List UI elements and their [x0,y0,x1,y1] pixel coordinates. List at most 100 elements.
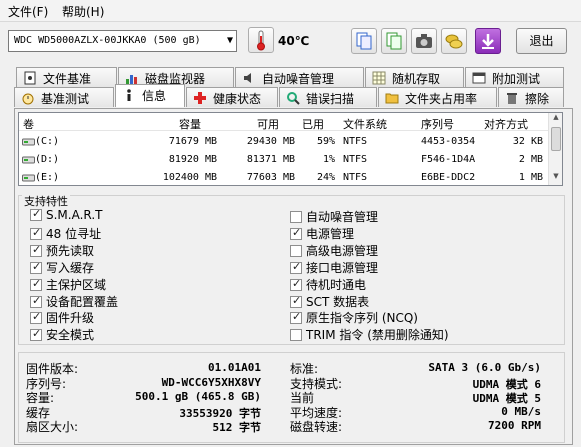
drive-icon [22,153,35,168]
feature-checkbox[interactable]: 48 位寻址 [30,225,101,242]
partition-cell: 1% [322,154,335,165]
coins-button[interactable] [441,28,467,54]
copy-button[interactable] [351,28,377,54]
feature-checkbox[interactable]: 主保护区域 [30,276,106,293]
checkbox-checked-icon[interactable] [290,260,302,274]
col-filesystem[interactable]: 文件系统 [343,116,387,132]
partition-cell: (C:) [35,136,60,147]
tab-erase[interactable]: 擦除 [498,87,564,107]
checkbox-unchecked-icon[interactable] [290,329,302,342]
partition-cell: 71679 MB [168,136,217,147]
info-value: SATA 3 (6.0 Gb/s) [428,361,541,374]
checkbox-checked-icon[interactable] [30,310,42,325]
checkbox-unchecked-icon[interactable] [290,211,302,223]
feature-checkbox[interactable]: S.M.A.R.T [30,207,103,222]
checkbox-checked-icon[interactable] [30,226,42,240]
scrollbar[interactable]: ▲ ▼ [548,113,562,185]
tab-label: 自动噪音管理 [262,72,335,86]
feature-checkbox[interactable]: 固件升级 [30,309,94,326]
feature-checkbox[interactable]: 自动噪音管理 [290,208,378,225]
feature-label: S.M.A.R.T [46,208,103,222]
info-value: 512 字节 [212,421,262,435]
info-label: 扇区大小: [26,420,79,435]
grid-icon [372,71,388,85]
tab-file-benchmark[interactable]: 文件基准 [16,67,117,87]
col-volume[interactable]: 卷 [23,116,34,132]
tab-label: 文件夹占用率 [405,92,478,106]
tab-random-access[interactable]: 随机存取 [365,67,464,87]
partition-row[interactable]: (E:) 102400 MB 77603 MB 24% NTFS E6BE-DDC2 1 M… [19,168,549,186]
scroll-down-icon[interactable]: ▼ [549,172,563,185]
info-value: UDMA 模式 6 [472,377,541,391]
partition-cell: (D:) [35,154,60,165]
health-cross-icon [193,91,209,105]
col-free[interactable]: 可用 [257,116,279,132]
tab-label: 信息 [142,89,167,103]
feature-checkbox[interactable]: 高级电源管理 [290,242,378,259]
tab-noise-management[interactable]: 自动噪音管理 [235,67,364,87]
copy-alt-button[interactable] [381,28,407,54]
checkbox-checked-icon[interactable] [290,294,302,308]
col-alignment[interactable]: 对齐方式 [484,116,528,132]
checkbox-checked-icon[interactable] [290,310,302,325]
speaker-icon [242,71,258,85]
feature-label: 预先读取 [46,243,95,258]
menu-help[interactable]: 帮助(H) [62,3,104,20]
tab-extra-tests[interactable]: 附加测试 [465,67,564,87]
partition-cell: 59% [316,136,335,147]
exit-button[interactable]: 退出 [516,28,567,54]
tab-label: 随机存取 [392,72,441,86]
partition-list[interactable]: 卷 容量 可用 已用 文件系统 序列号 对齐方式 (C:) 71679 MB 294… [18,112,563,186]
checkbox-checked-icon[interactable] [290,277,302,291]
feature-checkbox[interactable]: 写入缓存 [30,259,94,276]
feature-label: 原生指令序列 (NCQ) [306,311,418,326]
feature-checkbox[interactable]: 安全模式 [30,326,94,343]
download-button[interactable] [475,28,501,54]
tab-error-scan[interactable]: 错误扫描 [279,87,377,107]
checkbox-checked-icon[interactable] [30,327,42,342]
feature-checkbox[interactable]: 预先读取 [30,242,94,259]
tab-label: 错误扫描 [306,92,355,106]
tab-folder-usage[interactable]: 文件夹占用率 [378,87,497,107]
partition-cell: 1 MB [518,172,543,183]
feature-checkbox[interactable]: 设备配置覆盖 [30,293,118,310]
col-capacity[interactable]: 容量 [179,116,201,132]
file-icon [23,71,39,85]
feature-checkbox[interactable]: 接口电源管理 [290,259,378,276]
checkbox-checked-icon[interactable] [30,207,42,221]
checkbox-checked-icon[interactable] [30,294,42,308]
col-used[interactable]: 已用 [302,116,324,132]
feature-checkbox[interactable]: 原生指令序列 (NCQ) [290,309,418,326]
tab-benchmark[interactable]: 基准测试 [14,87,114,107]
partition-cell: 81920 MB [168,154,217,165]
folder-icon [385,91,401,105]
partition-row[interactable]: (C:) 71679 MB 29430 MB 59% NTFS 4453-0354 32 K… [19,132,549,150]
feature-checkbox[interactable]: SCT 数据表 [290,293,369,310]
tab-info[interactable]: 信息 [115,84,185,107]
checkbox-unchecked-icon[interactable] [290,244,302,257]
info-value: 7200 RPM [488,419,541,433]
feature-checkbox[interactable]: 待机时通电 [290,276,366,293]
tab-health[interactable]: 健康状态 [186,87,278,107]
screenshot-button[interactable] [411,28,437,54]
info-value: 500.1 gB (465.8 GB) [135,390,261,404]
checkbox-checked-icon[interactable] [30,277,42,291]
checkbox-checked-icon[interactable] [30,260,42,274]
feature-checkbox[interactable]: TRIM 指令 (禁用删除通知) [290,326,449,343]
feature-checkbox[interactable]: 电源管理 [290,225,354,242]
menu-file[interactable]: 文件(F) [8,3,48,20]
col-serial[interactable]: 序列号 [421,116,454,132]
checkbox-checked-icon[interactable] [30,243,42,257]
drive-select[interactable]: WDC WD5000AZLX-00JKKA0 (500 gB) ▼ [8,30,237,52]
thermometer-icon [248,27,274,53]
scroll-up-icon[interactable]: ▲ [549,113,563,126]
coins-icon [445,34,463,49]
partition-cell: 24% [316,172,335,183]
checkbox-checked-icon[interactable] [290,226,302,240]
partition-row[interactable]: (D:) 81920 MB 81371 MB 1% NTFS F546-1D4A 2 MB [19,150,549,168]
window-icon [472,71,488,85]
scroll-thumb[interactable] [551,127,561,151]
tab-label: 文件基准 [43,72,92,86]
menu-bar: 文件(F) 帮助(H) [0,0,581,22]
info-value: 01.01A01 [208,361,261,374]
